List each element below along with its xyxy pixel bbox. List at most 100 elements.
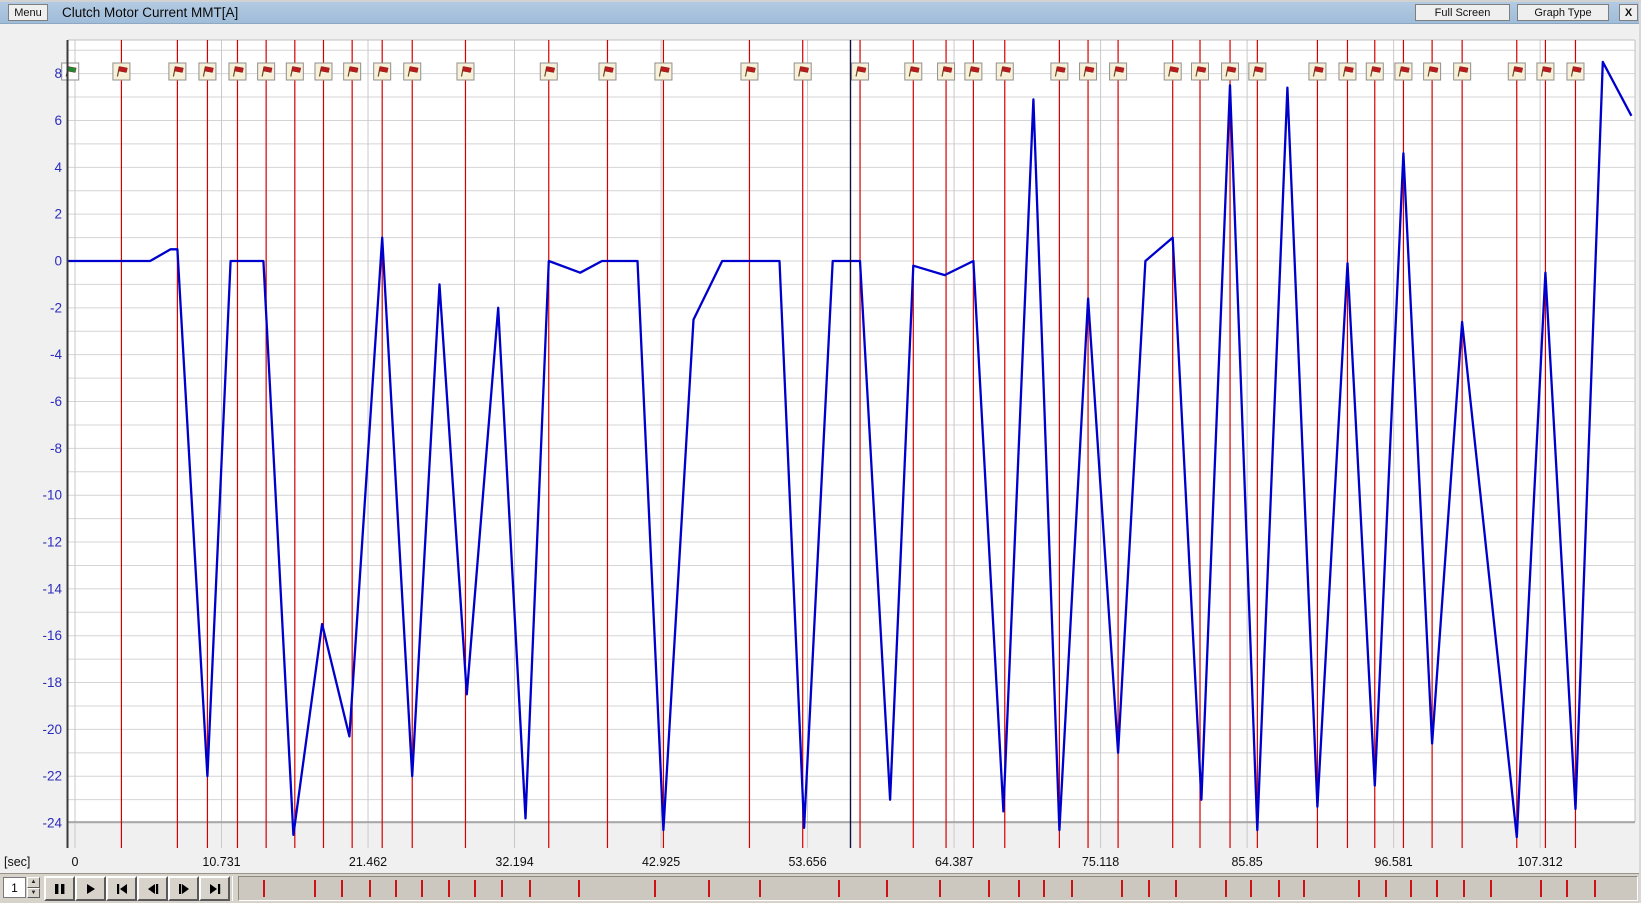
event-flag-icon[interactable] bbox=[404, 63, 421, 80]
scrub-event-tick[interactable] bbox=[501, 880, 503, 897]
scrub-event-tick[interactable] bbox=[448, 880, 450, 897]
event-flag-icon[interactable] bbox=[852, 63, 869, 80]
y-tick-label: -20 bbox=[42, 722, 62, 737]
event-flag-icon[interactable] bbox=[794, 63, 811, 80]
chart-canvas[interactable]: 86420-2-4-6-8-10-12-14-16-18-20-22-24010… bbox=[0, 2, 1641, 873]
event-flag-icon[interactable] bbox=[1164, 63, 1181, 80]
event-flag-icon[interactable] bbox=[199, 63, 216, 80]
plot-area[interactable] bbox=[68, 40, 1635, 822]
scrub-event-tick[interactable] bbox=[1278, 880, 1280, 897]
scrub-event-tick[interactable] bbox=[1250, 880, 1252, 897]
event-flag-icon[interactable] bbox=[315, 63, 332, 80]
event-flag-icon[interactable] bbox=[741, 63, 758, 80]
scrub-event-tick[interactable] bbox=[314, 880, 316, 897]
event-flag-icon[interactable] bbox=[599, 63, 616, 80]
event-flag-icon[interactable] bbox=[655, 63, 672, 80]
step-forward-button[interactable] bbox=[168, 876, 199, 901]
pause-icon bbox=[52, 882, 68, 896]
scrub-event-tick[interactable] bbox=[988, 880, 990, 897]
scrub-event-tick[interactable] bbox=[1043, 880, 1045, 897]
timeline-scrub-bar[interactable] bbox=[238, 876, 1638, 901]
event-flag-icon[interactable] bbox=[1249, 63, 1266, 80]
spin-down-icon[interactable]: ▼ bbox=[27, 888, 40, 899]
speed-spinner[interactable]: 1 ▲ ▼ bbox=[3, 877, 41, 900]
scrub-event-tick[interactable] bbox=[474, 880, 476, 897]
event-flag-icon[interactable] bbox=[1366, 63, 1383, 80]
event-flag-icon[interactable] bbox=[938, 63, 955, 80]
event-flag-icon[interactable] bbox=[113, 63, 130, 80]
step-forward-icon bbox=[176, 882, 192, 896]
scrub-event-tick[interactable] bbox=[1071, 880, 1073, 897]
scrub-event-tick[interactable] bbox=[341, 880, 343, 897]
scrub-event-tick[interactable] bbox=[1594, 880, 1596, 897]
event-flag-icon[interactable] bbox=[1192, 63, 1209, 80]
skip-start-icon bbox=[114, 882, 130, 896]
x-tick-label: 32.194 bbox=[495, 855, 533, 869]
event-flag-icon[interactable] bbox=[540, 63, 557, 80]
scrub-event-tick[interactable] bbox=[1121, 880, 1123, 897]
event-flag-icon[interactable] bbox=[1454, 63, 1471, 80]
scrub-event-tick[interactable] bbox=[1385, 880, 1387, 897]
event-flag-icon[interactable] bbox=[996, 63, 1013, 80]
scrub-event-tick[interactable] bbox=[1490, 880, 1492, 897]
event-flag-icon[interactable] bbox=[1222, 63, 1239, 80]
scrub-event-tick[interactable] bbox=[1436, 880, 1438, 897]
scrub-event-tick[interactable] bbox=[1463, 880, 1465, 897]
scrub-event-tick[interactable] bbox=[1410, 880, 1412, 897]
scrub-event-tick[interactable] bbox=[838, 880, 840, 897]
event-flag-icon[interactable] bbox=[1339, 63, 1356, 80]
spin-up-icon[interactable]: ▲ bbox=[27, 877, 40, 888]
speed-value[interactable]: 1 bbox=[3, 877, 26, 898]
scrub-event-tick[interactable] bbox=[578, 880, 580, 897]
event-flag-icon[interactable] bbox=[1537, 63, 1554, 80]
event-flag-icon[interactable] bbox=[1080, 63, 1097, 80]
event-flag-icon[interactable] bbox=[1395, 63, 1412, 80]
event-flag-icon[interactable] bbox=[965, 63, 982, 80]
scrub-event-tick[interactable] bbox=[1175, 880, 1177, 897]
pause-button[interactable] bbox=[44, 876, 75, 901]
skip-start-button[interactable] bbox=[106, 876, 137, 901]
event-flag-icon[interactable] bbox=[229, 63, 246, 80]
event-flag-icon[interactable] bbox=[169, 63, 186, 80]
event-flag-icon[interactable] bbox=[344, 63, 361, 80]
scrub-event-tick[interactable] bbox=[529, 880, 531, 897]
scrub-event-tick[interactable] bbox=[395, 880, 397, 897]
start-flag-icon[interactable] bbox=[62, 63, 79, 80]
scrub-event-tick[interactable] bbox=[654, 880, 656, 897]
play-button[interactable] bbox=[75, 876, 106, 901]
event-flag-icon[interactable] bbox=[1424, 63, 1441, 80]
y-tick-label: 4 bbox=[54, 160, 62, 175]
x-tick-label: 107.312 bbox=[1518, 855, 1563, 869]
event-flag-icon[interactable] bbox=[258, 63, 275, 80]
scrub-event-tick[interactable] bbox=[708, 880, 710, 897]
scrub-event-tick[interactable] bbox=[886, 880, 888, 897]
scrub-event-tick[interactable] bbox=[1018, 880, 1020, 897]
x-tick-label: 53.656 bbox=[788, 855, 826, 869]
event-flag-icon[interactable] bbox=[1051, 63, 1068, 80]
scrub-event-tick[interactable] bbox=[759, 880, 761, 897]
event-flag-icon[interactable] bbox=[286, 63, 303, 80]
scrub-event-tick[interactable] bbox=[1303, 880, 1305, 897]
event-flag-icon[interactable] bbox=[374, 63, 391, 80]
scrub-event-tick[interactable] bbox=[939, 880, 941, 897]
scrub-event-tick[interactable] bbox=[263, 880, 265, 897]
step-back-button[interactable] bbox=[137, 876, 168, 901]
event-flag-icon[interactable] bbox=[457, 63, 474, 80]
scrub-event-tick[interactable] bbox=[421, 880, 423, 897]
event-flag-icon[interactable] bbox=[905, 63, 922, 80]
scrub-event-tick[interactable] bbox=[1225, 880, 1227, 897]
event-flag-icon[interactable] bbox=[1110, 63, 1127, 80]
skip-end-button[interactable] bbox=[199, 876, 230, 901]
x-tick-label: 42.925 bbox=[642, 855, 680, 869]
y-tick-label: -16 bbox=[42, 628, 62, 643]
event-flag-icon[interactable] bbox=[1567, 63, 1584, 80]
scrub-event-tick[interactable] bbox=[369, 880, 371, 897]
y-tick-label: -24 bbox=[42, 816, 62, 831]
scrub-event-tick[interactable] bbox=[1148, 880, 1150, 897]
x-tick-label: 0 bbox=[72, 855, 79, 869]
event-flag-icon[interactable] bbox=[1309, 63, 1326, 80]
scrub-event-tick[interactable] bbox=[1540, 880, 1542, 897]
scrub-event-tick[interactable] bbox=[1566, 880, 1568, 897]
event-flag-icon[interactable] bbox=[1508, 63, 1525, 80]
scrub-event-tick[interactable] bbox=[1358, 880, 1360, 897]
